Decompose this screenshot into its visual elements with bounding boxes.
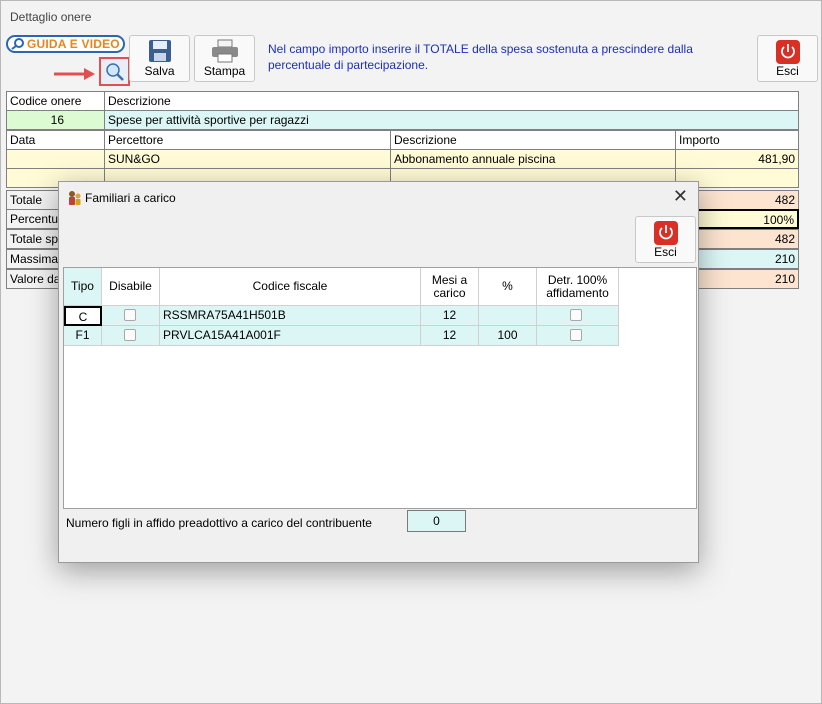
perc-cell[interactable]	[479, 306, 537, 326]
spesa-importo-cell[interactable]: 481,90	[675, 149, 799, 169]
titlebar: Dettaglio onere	[1, 1, 821, 31]
importo-header: Importo	[675, 130, 799, 150]
familiari-table: Tipo Disabile Codice fiscale Mesi a cari…	[63, 267, 697, 509]
detr-checkbox[interactable]	[570, 329, 582, 341]
zoom-button[interactable]	[99, 57, 130, 86]
esci-button[interactable]: Esci	[757, 35, 818, 82]
arrow-right-icon	[54, 68, 95, 80]
percettore-header: Percettore	[104, 130, 391, 150]
tipo-cell[interactable]: C	[64, 306, 102, 326]
mesi-cell[interactable]: 12	[421, 306, 479, 326]
dialog-esci-label: Esci	[654, 245, 677, 259]
codice-onere-value[interactable]: 16	[6, 110, 105, 130]
mesi-header: Mesi a carico	[421, 268, 479, 306]
family-icon	[69, 191, 81, 205]
esci-label: Esci	[776, 64, 799, 78]
salva-label: Salva	[144, 64, 175, 78]
perc-header: %	[479, 268, 537, 306]
perc-cell[interactable]: 100	[479, 326, 537, 346]
data-header: Data	[6, 130, 105, 150]
spesa-percettore-cell[interactable]: SUN&GO	[104, 149, 391, 169]
magnifier-icon	[11, 38, 24, 50]
descrizione-onere-value: Spese per attività sportive per ragazzi	[104, 110, 799, 130]
detr-cell[interactable]	[537, 306, 619, 326]
disabile-cell[interactable]	[102, 306, 160, 326]
guida-label: GUIDA E VIDEO	[27, 37, 120, 51]
power-icon	[654, 221, 678, 245]
stampa-label: Stampa	[203, 64, 246, 78]
floppy-icon	[149, 40, 171, 62]
window-title: Dettaglio onere	[10, 10, 92, 24]
disabile-checkbox[interactable]	[124, 329, 136, 341]
dialog-title: Familiari a carico	[85, 191, 176, 205]
tipo-header: Tipo	[64, 268, 102, 306]
detr-checkbox[interactable]	[570, 309, 582, 321]
tipo-cell[interactable]: F1	[64, 326, 102, 346]
codice-onere-header: Codice onere	[6, 91, 105, 111]
search-icon	[106, 63, 124, 81]
printer-icon	[212, 39, 238, 63]
codice-fiscale-cell[interactable]: PRVLCA15A41A001F	[160, 326, 421, 346]
figli-input[interactable]: 0	[407, 510, 466, 532]
codice-fiscale-cell[interactable]: RSSMRA75A41H501B	[160, 306, 421, 326]
disabile-cell[interactable]	[102, 326, 160, 346]
descrizione-spesa-header: Descrizione	[390, 130, 676, 150]
guida-e-video-button[interactable]: GUIDA E VIDEO	[6, 35, 125, 53]
disabile-checkbox[interactable]	[124, 309, 136, 321]
disabile-header: Disabile	[102, 268, 160, 306]
dialog-esci-button[interactable]: Esci	[635, 216, 696, 263]
descrizione-onere-header: Descrizione	[104, 91, 799, 111]
codice-fiscale-header: Codice fiscale	[160, 268, 421, 306]
familiari-dialog: Familiari a carico ✕ Esci Tipo Disabile …	[58, 181, 699, 563]
stampa-button[interactable]: Stampa	[194, 35, 255, 82]
detr-header: Detr. 100% affidamento	[537, 268, 619, 306]
salva-button[interactable]: Salva	[129, 35, 190, 82]
spesa-descrizione-cell[interactable]: Abbonamento annuale piscina	[390, 149, 676, 169]
info-text: Nel campo importo inserire il TOTALE del…	[268, 42, 693, 72]
spesa-data-cell[interactable]	[6, 149, 105, 169]
power-icon	[776, 40, 800, 64]
detr-cell[interactable]	[537, 326, 619, 346]
close-icon[interactable]: ✕	[673, 186, 688, 207]
mesi-cell[interactable]: 12	[421, 326, 479, 346]
figli-label: Numero figli in affido preadottivo a car…	[66, 516, 372, 530]
